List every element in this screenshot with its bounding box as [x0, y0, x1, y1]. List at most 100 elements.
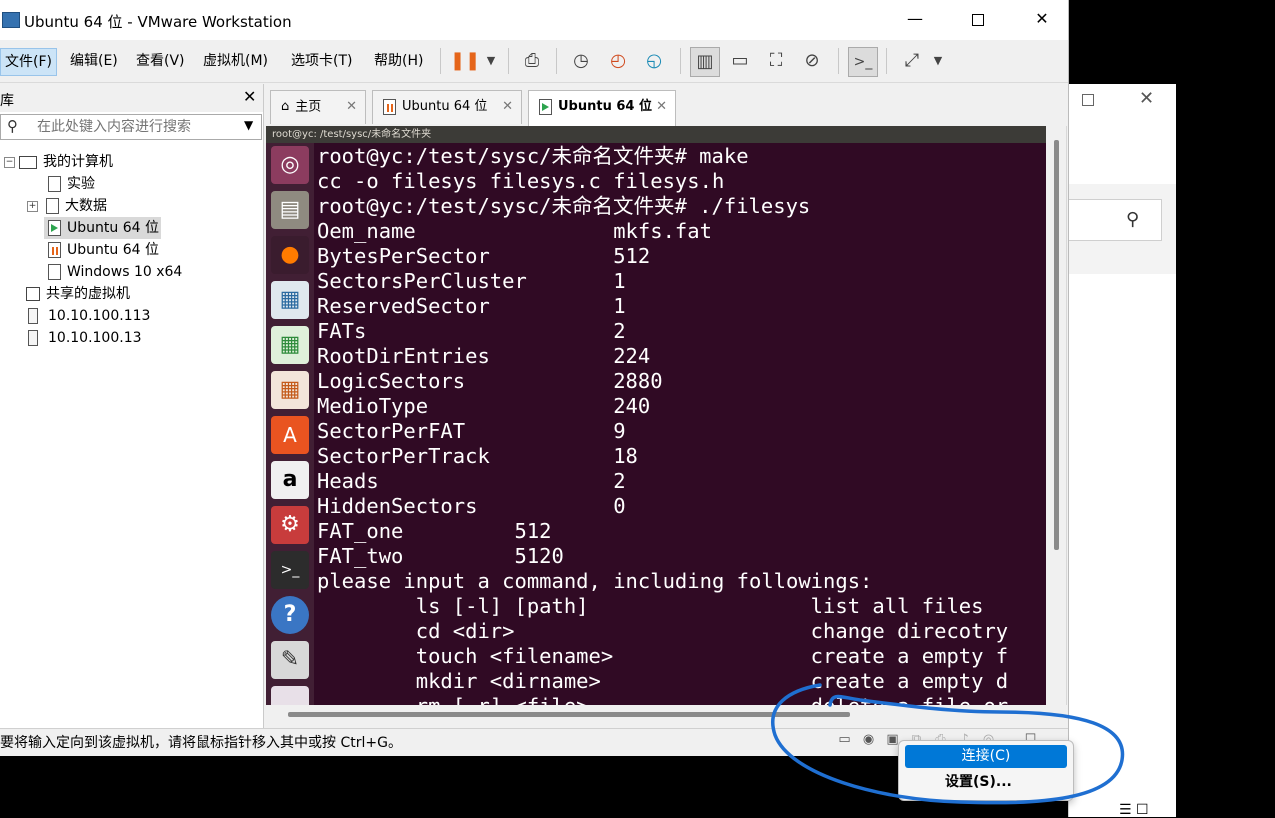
- tree-item-experiment[interactable]: 实验: [48, 173, 95, 195]
- settings-icon[interactable]: ⚙: [271, 506, 309, 544]
- tab-close-icon[interactable]: ✕: [346, 91, 357, 123]
- tree-item-shared-vms[interactable]: 共享的虚拟机: [26, 283, 130, 305]
- amazon-icon[interactable]: a: [271, 461, 309, 499]
- tree-item-remote-host-1[interactable]: 10.10.100.113: [28, 305, 150, 327]
- search-dropdown-icon[interactable]: ▼: [244, 118, 253, 132]
- menu-vm[interactable]: 虚拟机(M): [199, 48, 272, 74]
- tree-item-windows10[interactable]: Windows 10 x64: [48, 261, 182, 283]
- library-close-icon[interactable]: ✕: [243, 87, 256, 106]
- library-search-box[interactable]: ⚲ ▼: [0, 114, 262, 140]
- tree-item-label: Ubuntu 64 位: [67, 242, 159, 258]
- text-editor-icon[interactable]: ✎: [271, 641, 309, 679]
- close-button[interactable]: ✕: [1022, 4, 1062, 34]
- window-title: Ubuntu 64 位 - VMware Workstation: [24, 13, 292, 31]
- expand-icon[interactable]: +: [27, 200, 38, 212]
- menu-bar: 文件(F) 编辑(E) 查看(V) 虚拟机(M) 选项卡(T) 帮助(H) ❚❚…: [0, 40, 1068, 83]
- tab-bar: ⌂ 主页 ✕ Ubuntu 64 位 ✕ Ubuntu 64 位 ✕: [266, 84, 1066, 126]
- library-pane: 库 ✕ ⚲ ▼ − 我的计算机 实验 + 大数据 Ubuntu 64 位 Ubunt…: [0, 84, 264, 728]
- horizontal-scrollbar-thumb[interactable]: [288, 712, 850, 717]
- tab-ubuntu-paused[interactable]: Ubuntu 64 位 ✕: [372, 90, 522, 124]
- ubuntu-dash-icon[interactable]: ◎: [271, 146, 309, 184]
- background-maximize-icon[interactable]: [1082, 94, 1094, 106]
- files-icon[interactable]: ▤: [271, 191, 309, 229]
- tree-item-remote-host-2[interactable]: 10.10.100.13: [28, 327, 142, 349]
- tree-item-label: 大数据: [65, 198, 107, 214]
- maximize-button[interactable]: [958, 4, 998, 34]
- firefox-icon[interactable]: ●: [271, 236, 309, 274]
- menu-edit[interactable]: 编辑(E): [66, 48, 122, 74]
- background-close-icon[interactable]: ✕: [1139, 88, 1154, 109]
- menu-item-connect[interactable]: 连接(C): [905, 745, 1067, 768]
- vm-icon: [48, 264, 61, 280]
- menu-item-settings[interactable]: 设置(S)...: [905, 771, 1055, 794]
- menu-help[interactable]: 帮助(H): [370, 48, 427, 74]
- stretch-dropdown-icon[interactable]: ▼: [924, 47, 952, 75]
- tab-close-icon[interactable]: ✕: [656, 91, 667, 123]
- tree-item-label: 实验: [67, 176, 95, 192]
- toolbar-separator: [680, 48, 681, 74]
- stretch-guest-icon[interactable]: ⤢: [898, 47, 926, 75]
- tab-ubuntu-active[interactable]: Ubuntu 64 位 ✕: [528, 90, 676, 126]
- launcher-item-icon[interactable]: [271, 686, 309, 705]
- terminal[interactable]: root@yc:/test/sysc/未命名文件夹# make cc -o fi…: [314, 143, 1046, 705]
- unity-icon[interactable]: ⊘: [798, 47, 826, 75]
- calc-icon[interactable]: ▦: [271, 326, 309, 364]
- tree-item-label: Windows 10 x64: [67, 264, 183, 280]
- impress-icon[interactable]: ▦: [271, 371, 309, 409]
- terminal-icon[interactable]: >_: [271, 551, 309, 589]
- tree-item-bigdata[interactable]: + 大数据: [27, 195, 107, 217]
- vertical-scrollbar-thumb[interactable]: [1054, 140, 1059, 550]
- menu-file[interactable]: 文件(F): [0, 48, 57, 76]
- computer-icon: [19, 155, 37, 169]
- vm-running-icon: [539, 98, 552, 115]
- tree-item-my-computer[interactable]: − 我的计算机: [4, 151, 113, 173]
- vm-display[interactable]: root@yc: /test/sysc/未命名文件夹 ◎ ▤ ● ▦ ▦ ▦ A…: [266, 126, 1067, 705]
- snapshot-manager-icon[interactable]: ◵: [640, 47, 668, 75]
- ubuntu-top-panel: root@yc: /test/sysc/未命名文件夹: [266, 126, 1046, 143]
- background-search-box[interactable]: [1069, 199, 1162, 241]
- library-title: 库: [0, 93, 14, 109]
- software-center-icon[interactable]: A: [271, 416, 309, 454]
- server-icon: [28, 330, 38, 346]
- pause-dropdown-icon[interactable]: ▼: [477, 47, 505, 75]
- snapshot-icon[interactable]: ◷: [567, 47, 595, 75]
- send-ctrl-alt-del-icon[interactable]: ⎙: [518, 47, 546, 75]
- cd-drive-icon[interactable]: ◉: [860, 731, 877, 748]
- tab-home[interactable]: ⌂ 主页 ✕: [270, 90, 366, 124]
- vmware-window: Ubuntu 64 位 - VMware Workstation — ✕ 文件(…: [0, 0, 1069, 756]
- folder-icon: [46, 198, 59, 214]
- revert-snapshot-icon[interactable]: ◴: [604, 47, 632, 75]
- help-icon[interactable]: ?: [271, 596, 309, 634]
- writer-icon[interactable]: ▦: [271, 281, 309, 319]
- thumbnail-bar-icon[interactable]: ▭: [726, 47, 754, 75]
- toolbar-separator: [440, 48, 441, 74]
- menu-tabs[interactable]: 选项卡(T): [287, 48, 356, 74]
- background-window: ✕ ⚲ ☰ ☐: [1068, 84, 1176, 818]
- full-screen-icon[interactable]: ⛶: [762, 47, 790, 75]
- terminal-output: root@yc:/test/sysc/未命名文件夹# make cc -o fi…: [317, 144, 1009, 705]
- library-toggle-icon[interactable]: ▥: [690, 47, 720, 77]
- console-view-icon[interactable]: >_: [848, 47, 878, 77]
- library-search-input[interactable]: [35, 118, 239, 136]
- maximize-icon: [972, 13, 984, 26]
- minimize-button[interactable]: —: [895, 4, 935, 34]
- ubuntu-launcher: ◎ ▤ ● ▦ ▦ ▦ A a ⚙ >_ ? ✎: [266, 143, 314, 705]
- search-icon: ⚲: [7, 117, 18, 135]
- vmware-app-icon: [2, 12, 20, 28]
- tab-close-icon[interactable]: ✕: [502, 91, 513, 123]
- library-header: 库 ✕: [0, 84, 263, 112]
- shared-vm-icon: [26, 287, 40, 301]
- tree-item-label: Ubuntu 64 位: [67, 220, 159, 236]
- search-icon: ⚲: [1126, 209, 1140, 230]
- background-view-icons[interactable]: ☰ ☐: [1119, 802, 1149, 818]
- tree-item-label: 10.10.100.113: [48, 308, 151, 324]
- home-icon: ⌂: [281, 99, 290, 114]
- tree-item-ubuntu-paused[interactable]: Ubuntu 64 位: [48, 239, 159, 261]
- tree-item-ubuntu-running[interactable]: Ubuntu 64 位: [44, 217, 161, 239]
- collapse-icon[interactable]: −: [4, 156, 15, 168]
- hard-disk-icon[interactable]: ▭: [836, 731, 853, 748]
- pause-icon[interactable]: ❚❚: [450, 47, 480, 75]
- vm-running-icon: [48, 220, 61, 236]
- menu-view[interactable]: 查看(V): [132, 48, 189, 74]
- tree-item-label: 10.10.100.13: [48, 330, 142, 346]
